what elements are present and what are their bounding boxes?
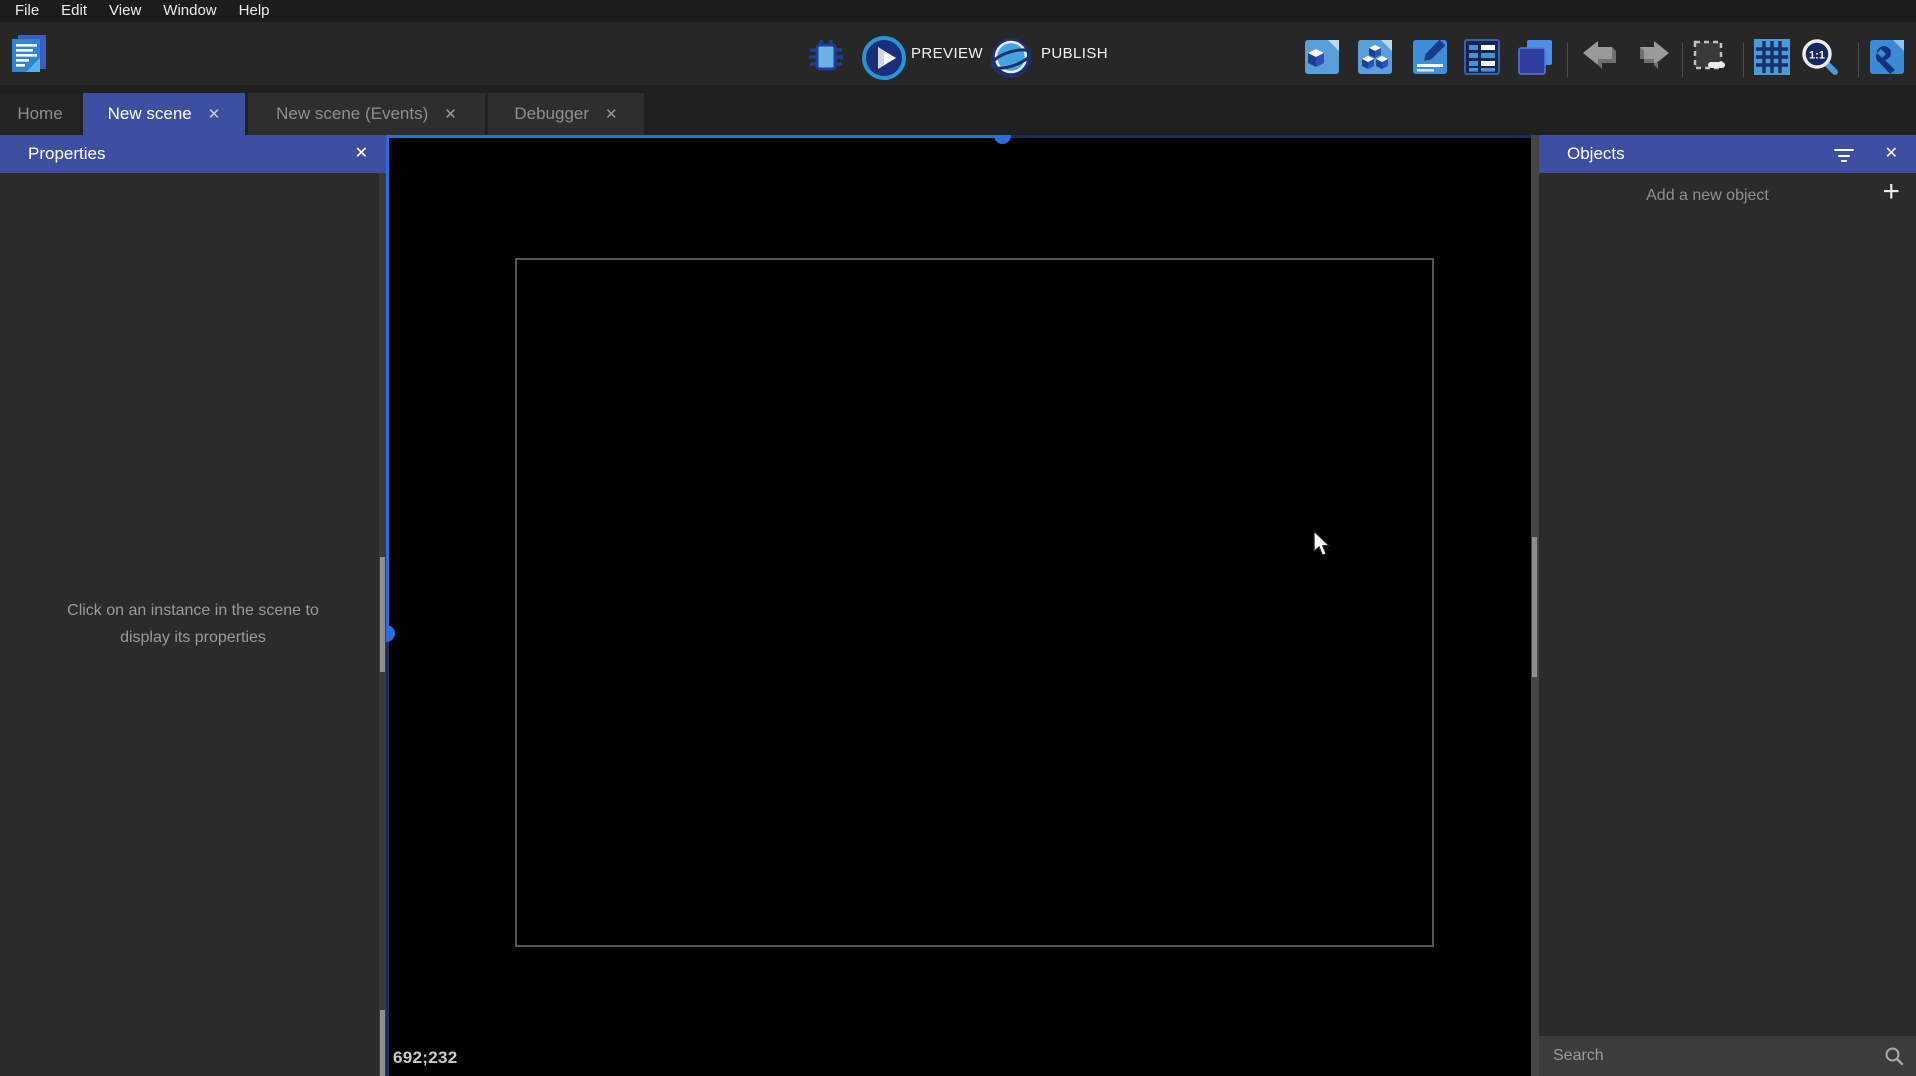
scene-properties-icon[interactable] bbox=[1867, 37, 1907, 82]
add-object-plus-icon[interactable]: + bbox=[1882, 175, 1900, 209]
redo-icon[interactable] bbox=[1632, 39, 1672, 80]
objects-panel: Objects ✕ Add a new object + bbox=[1539, 135, 1916, 1076]
menu-file[interactable]: File bbox=[4, 0, 50, 22]
grid-icon[interactable] bbox=[1752, 37, 1792, 82]
tab-home[interactable]: Home bbox=[0, 93, 80, 135]
vertical-scroll-thumb[interactable] bbox=[386, 625, 395, 642]
properties-panel: Properties ✕ Click on an instance in the… bbox=[0, 135, 386, 1076]
toolbar-separator bbox=[1858, 43, 1859, 77]
objects-search-bar bbox=[1539, 1036, 1916, 1076]
preview-icon[interactable] bbox=[862, 36, 906, 85]
menu-view[interactable]: View bbox=[98, 0, 152, 22]
add-object-row[interactable]: Add a new object + bbox=[1539, 173, 1916, 221]
game-window-frame bbox=[515, 258, 1434, 947]
publish-button-label[interactable]: PUBLISH bbox=[1041, 22, 1108, 85]
toolbar-separator bbox=[1743, 43, 1744, 77]
project-manager-icon[interactable] bbox=[10, 33, 48, 80]
horizontal-scroll-track bbox=[386, 135, 1003, 138]
horizontal-scroll-track bbox=[1003, 135, 1531, 138]
tab-close-icon[interactable]: ✕ bbox=[444, 105, 457, 123]
tab-close-icon[interactable]: ✕ bbox=[208, 105, 221, 123]
properties-panel-title: Properties bbox=[28, 144, 106, 163]
menu-edit[interactable]: Edit bbox=[50, 0, 98, 22]
right-scrollbar-thumb[interactable] bbox=[1532, 537, 1537, 677]
objects-panel-header: Objects ✕ bbox=[1539, 135, 1916, 173]
open-objects-editor-icon[interactable] bbox=[1302, 37, 1342, 82]
svg-text:1:1: 1:1 bbox=[1809, 50, 1825, 62]
open-properties-panel-icon[interactable] bbox=[1410, 37, 1450, 82]
close-icon[interactable]: ✕ bbox=[355, 135, 368, 173]
zoom-icon[interactable]: 1:1 bbox=[1800, 37, 1840, 82]
cursor-coordinates: 692;232 bbox=[393, 1048, 458, 1067]
left-scrollbar-thumb[interactable] bbox=[380, 557, 385, 672]
open-instances-list-icon[interactable] bbox=[1462, 37, 1502, 82]
filter-icon[interactable] bbox=[1834, 147, 1854, 167]
debug-icon[interactable] bbox=[806, 37, 846, 82]
menu-window[interactable]: Window bbox=[152, 0, 227, 22]
objects-panel-title: Objects bbox=[1567, 144, 1625, 163]
left-scrollbar-thumb[interactable] bbox=[380, 1010, 385, 1076]
toolbar: PREVIEW PUBLISH 1:1 bbox=[0, 22, 1916, 85]
open-object-groups-editor-icon[interactable] bbox=[1355, 37, 1395, 82]
tab-label: New scene bbox=[107, 104, 192, 123]
right-panel-resizer[interactable] bbox=[1531, 135, 1539, 1076]
toolbar-separator bbox=[1567, 43, 1568, 77]
close-icon[interactable]: ✕ bbox=[1885, 135, 1898, 173]
tab-label: Debugger bbox=[514, 104, 590, 123]
tab-close-icon[interactable]: ✕ bbox=[605, 105, 618, 123]
vertical-scroll-track bbox=[386, 633, 389, 1076]
menu-help[interactable]: Help bbox=[228, 0, 281, 22]
scene-canvas[interactable]: 692;232 bbox=[386, 135, 1531, 1076]
tab-label: New scene (Events) bbox=[276, 104, 429, 123]
add-object-label: Add a new object bbox=[1646, 187, 1769, 204]
properties-panel-header: Properties ✕ bbox=[0, 135, 386, 173]
menu-bar: File Edit View Window Help bbox=[0, 0, 1916, 22]
search-icon bbox=[1884, 1046, 1904, 1071]
tab-bar: Home New scene ✕ New scene (Events) ✕ De… bbox=[0, 85, 1916, 135]
toolbar-separator bbox=[1682, 43, 1683, 77]
open-layers-editor-icon[interactable] bbox=[1515, 37, 1555, 82]
tab-new-scene-events[interactable]: New scene (Events) ✕ bbox=[248, 93, 485, 135]
objects-search-input[interactable] bbox=[1553, 1036, 1863, 1076]
preview-button-label[interactable]: PREVIEW bbox=[911, 22, 983, 85]
vertical-scroll-track bbox=[386, 135, 389, 633]
publish-icon[interactable] bbox=[989, 36, 1033, 85]
left-panel-resizer[interactable] bbox=[379, 173, 386, 1076]
undo-icon[interactable] bbox=[1580, 39, 1620, 80]
tab-debugger[interactable]: Debugger ✕ bbox=[488, 93, 644, 135]
tab-new-scene[interactable]: New scene ✕ bbox=[83, 93, 245, 135]
properties-empty-message: Click on an instance in the scene to dis… bbox=[67, 602, 319, 646]
delete-selection-icon[interactable] bbox=[1690, 37, 1730, 82]
mouse-cursor-icon bbox=[1312, 530, 1332, 562]
horizontal-scroll-thumb[interactable] bbox=[994, 135, 1011, 144]
tab-label: Home bbox=[17, 104, 63, 123]
